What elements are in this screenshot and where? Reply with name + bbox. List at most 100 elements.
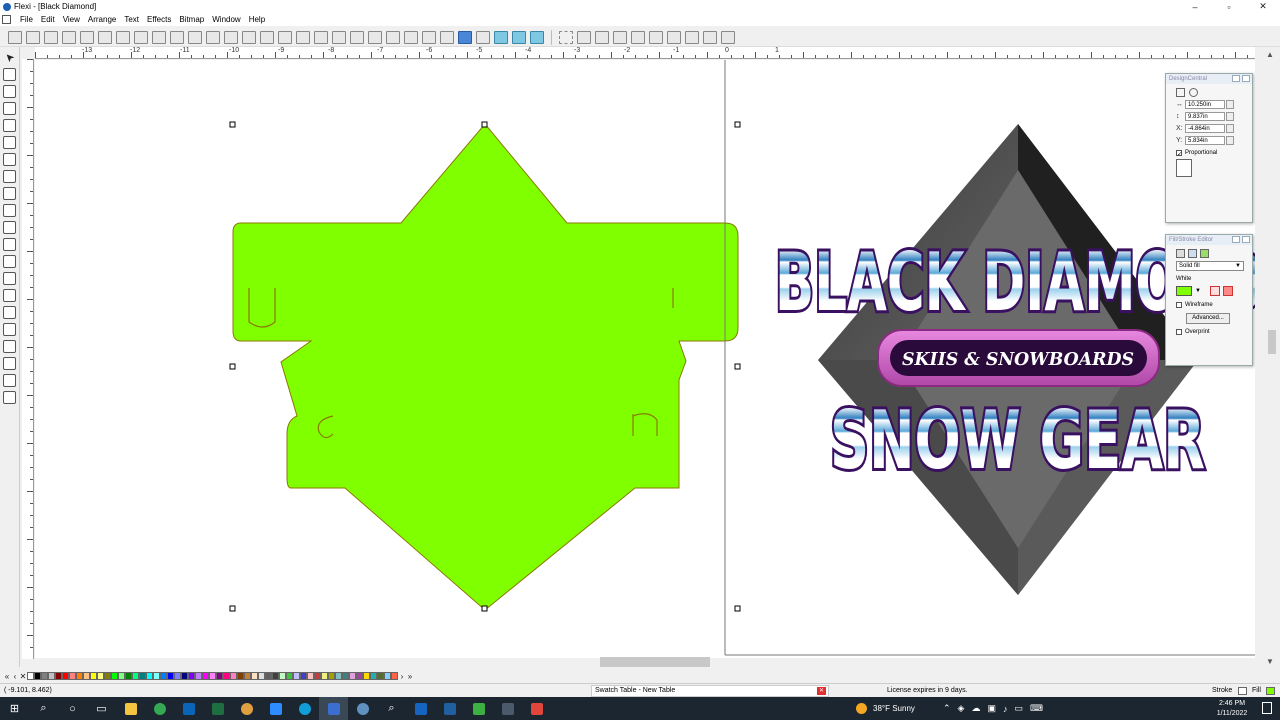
selection-handle[interactable] [229, 363, 236, 370]
height-spinner[interactable] [1226, 112, 1234, 121]
fill-icon[interactable] [386, 30, 400, 44]
vectorize-icon[interactable] [458, 30, 472, 44]
wireframe-checkbox[interactable] [1176, 302, 1182, 308]
palette-swatch[interactable] [237, 672, 244, 680]
palette-swatch[interactable] [69, 672, 76, 680]
palette-swatch[interactable] [146, 672, 153, 680]
stamp-icon[interactable] [703, 30, 717, 44]
node-icon[interactable] [476, 30, 490, 44]
panel-close-button[interactable] [1242, 236, 1250, 243]
selection-handle[interactable] [229, 605, 236, 612]
color-mode-tool-icon[interactable] [3, 391, 16, 404]
cut-icon[interactable] [152, 30, 166, 44]
paste-icon[interactable] [188, 30, 202, 44]
green-silhouette[interactable] [232, 123, 739, 611]
save-icon[interactable] [44, 30, 58, 44]
lasso-tool-icon[interactable] [3, 255, 16, 268]
frame-tool-icon[interactable] [3, 170, 16, 183]
vertical-scroll-thumb[interactable] [1268, 330, 1276, 354]
chrome-icon[interactable] [145, 697, 174, 720]
select-rect-icon[interactable] [559, 30, 573, 44]
palette-swatch[interactable] [153, 672, 160, 680]
menu-edit[interactable]: Edit [37, 15, 59, 24]
security-icon[interactable]: ◈ [958, 703, 965, 714]
selection-handle[interactable] [734, 121, 741, 128]
vertical-ruler[interactable] [22, 59, 34, 659]
swap-color-icon[interactable] [1209, 286, 1220, 296]
palette-swatch[interactable] [27, 672, 34, 680]
selection-handle[interactable] [229, 121, 236, 128]
overprint-checkbox[interactable] [1176, 329, 1182, 335]
image-icon[interactable] [422, 30, 436, 44]
file-explorer-icon[interactable] [116, 697, 145, 720]
palette-swatch[interactable] [314, 672, 321, 680]
color-icon[interactable] [368, 30, 382, 44]
palette-swatch[interactable] [363, 672, 370, 680]
eyedropper-icon[interactable] [649, 30, 663, 44]
palette-prev-icon[interactable]: ‹ [11, 672, 19, 681]
palette-swatch[interactable] [55, 672, 62, 680]
proportional-checkbox[interactable]: ✓ [1176, 150, 1182, 158]
palette-swatch[interactable] [76, 672, 83, 680]
palette-swatch[interactable] [251, 672, 258, 680]
group-icon[interactable] [278, 30, 292, 44]
scroll-up-icon[interactable]: ▲ [1266, 50, 1274, 59]
palette-swatch[interactable] [321, 672, 328, 680]
measure-tool-icon[interactable] [3, 187, 16, 200]
selection-handle[interactable] [481, 121, 488, 128]
selection-handle[interactable] [734, 605, 741, 612]
cut-to-plotter-icon[interactable] [98, 30, 112, 44]
battery-icon[interactable]: ▭ [1014, 703, 1023, 714]
text-block-icon[interactable] [440, 30, 454, 44]
no-color-icon[interactable]: ✕ [19, 672, 27, 681]
start-icon[interactable]: ⊞ [0, 697, 29, 720]
palette-swatch[interactable] [202, 672, 209, 680]
rotate-mode-icon[interactable] [1189, 88, 1198, 97]
language-icon[interactable]: ⌨ [1030, 703, 1043, 714]
mail-icon[interactable] [435, 697, 464, 720]
panel-minimize-button[interactable] [1232, 75, 1240, 82]
camtasia-icon[interactable] [464, 697, 493, 720]
palette-swatch[interactable] [335, 672, 342, 680]
palette-swatch[interactable] [384, 672, 391, 680]
restore-button[interactable]: ▫ [1212, 2, 1246, 12]
effect-mode-icon[interactable] [1200, 249, 1209, 258]
palette-swatch[interactable] [279, 672, 286, 680]
weather-widget[interactable]: 38°F Sunny [856, 697, 915, 720]
zoom-in-tool-icon[interactable] [3, 272, 16, 285]
ungroup-icon[interactable] [296, 30, 310, 44]
selection-handle[interactable] [481, 605, 488, 612]
excel-icon[interactable] [203, 697, 232, 720]
volume-icon[interactable]: ♪ [1003, 704, 1008, 714]
menu-view[interactable]: View [59, 15, 84, 24]
palette-swatch[interactable] [286, 672, 293, 680]
zoom-page-tool-icon[interactable] [3, 289, 16, 302]
zoom-icon[interactable] [350, 30, 364, 44]
horizontal-ruler[interactable]: -13 -12 -11 -10 -9 -8 -7 -6 -5 -4 -3 -2 … [35, 47, 1255, 59]
palette-swatch[interactable] [195, 672, 202, 680]
fill-color-swatch[interactable] [1176, 286, 1192, 296]
transform-icon[interactable] [721, 30, 735, 44]
snow-gear-text[interactable]: SNOW GEAR [827, 391, 1208, 490]
chevron-up-icon[interactable]: ⌃ [943, 703, 951, 714]
select-tool-icon[interactable] [3, 51, 16, 64]
document-icon[interactable] [2, 15, 11, 24]
print-icon[interactable] [80, 30, 94, 44]
palette-swatch[interactable] [230, 672, 237, 680]
palette-swatch[interactable] [272, 672, 279, 680]
panel-minimize-button[interactable] [1232, 236, 1240, 243]
close-icon[interactable]: ✕ [817, 687, 826, 695]
height-field[interactable]: 9.837in [1185, 112, 1225, 121]
palette-next-icon[interactable]: › [398, 672, 406, 681]
node-edit-tool-icon[interactable] [3, 85, 16, 98]
palette-last-icon[interactable]: » [406, 672, 414, 681]
palette-swatch[interactable] [342, 672, 349, 680]
palette-swatch[interactable] [139, 672, 146, 680]
palette-swatch[interactable] [83, 672, 90, 680]
minimize-button[interactable]: – [1178, 2, 1212, 12]
undo-history-icon[interactable] [224, 30, 238, 44]
undo-icon[interactable] [206, 30, 220, 44]
recorder-icon[interactable] [522, 697, 551, 720]
menu-help[interactable]: Help [245, 15, 269, 24]
brush-icon[interactable] [613, 30, 627, 44]
